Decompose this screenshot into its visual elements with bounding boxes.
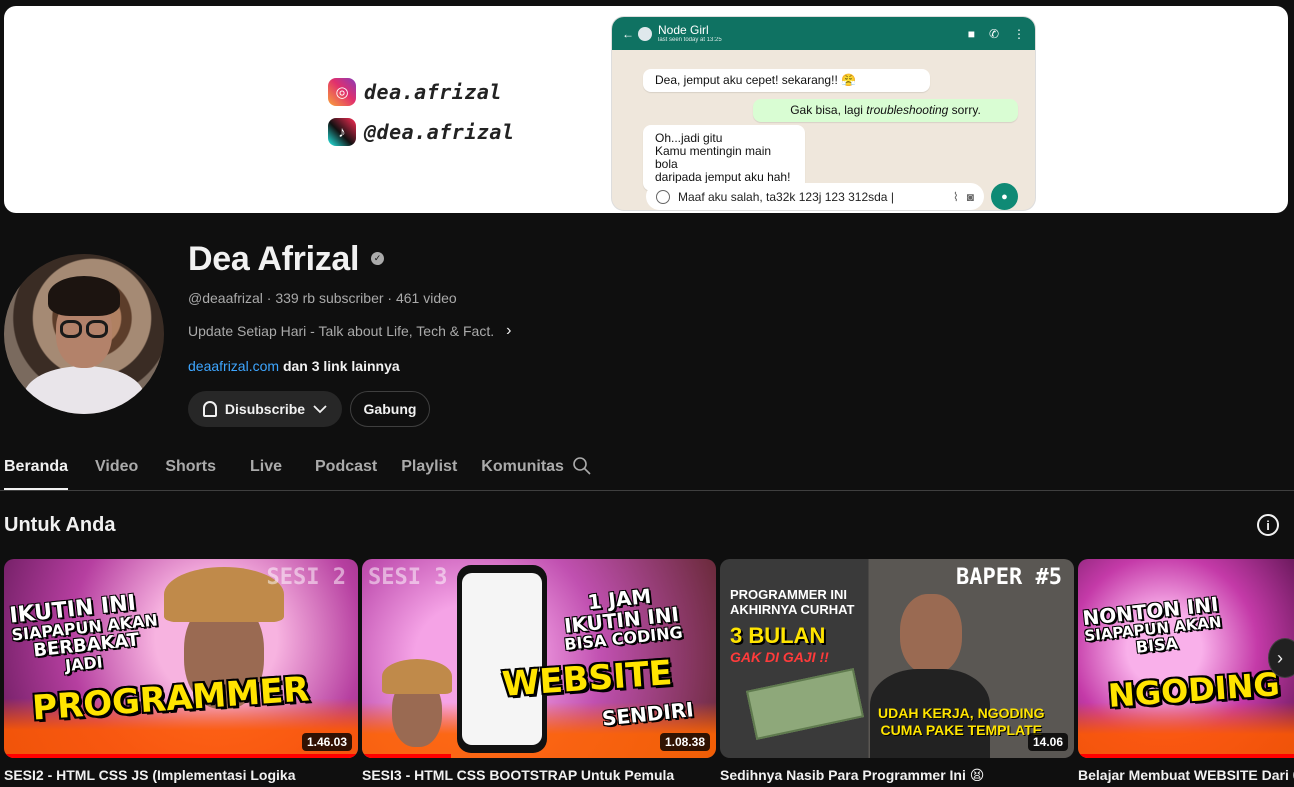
watch-progress bbox=[4, 754, 358, 758]
bell-icon bbox=[202, 401, 217, 417]
attach-icon: ⌇ bbox=[952, 189, 959, 204]
thumb-tag: SESI 2 bbox=[266, 565, 346, 590]
tiktok-link: ♪ @dea.afrizal bbox=[328, 118, 515, 146]
emoji-icon bbox=[656, 189, 670, 204]
channel-tabs: Beranda Video Shorts Live Podcast Playli… bbox=[4, 452, 564, 490]
search-icon[interactable] bbox=[572, 456, 592, 476]
chevron-right-icon: › bbox=[1277, 647, 1283, 668]
video-card[interactable]: BAPER #5 PROGRAMMER INI AKHIRNYA CURHAT … bbox=[720, 559, 1074, 784]
channel-description[interactable]: Update Setiap Hari - Talk about Life, Te… bbox=[188, 322, 511, 340]
watch-progress bbox=[362, 754, 451, 758]
channel-banner: ◎ dea.afrizal ♪ @dea.afrizal ← Node Girl… bbox=[4, 6, 1288, 213]
description-text: Update Setiap Hari - Talk about Life, Te… bbox=[188, 323, 495, 339]
contact-avatar bbox=[638, 26, 652, 41]
tabs-divider bbox=[0, 490, 1294, 491]
section-title: Untuk Anda bbox=[4, 514, 116, 536]
thumb-caption: UDAH KERJA, NGODING bbox=[878, 705, 1045, 721]
tab-playlist[interactable]: Playlist bbox=[401, 452, 457, 490]
chevron-right-icon: › bbox=[506, 322, 512, 339]
thumb-subtitle: GAK DI GAJI !! bbox=[730, 649, 829, 665]
instagram-icon: ◎ bbox=[328, 78, 356, 106]
channel-page: ◎ dea.afrizal ♪ @dea.afrizal ← Node Girl… bbox=[0, 0, 1294, 787]
tiktok-handle: @dea.afrizal bbox=[364, 120, 515, 144]
video-duration: 14.06 bbox=[1027, 733, 1068, 751]
video-call-icon: ■ bbox=[967, 26, 975, 41]
video-thumbnail[interactable]: BAPER #5 PROGRAMMER INI AKHIRNYA CURHAT … bbox=[720, 559, 1074, 758]
chat-line: Kamu mentingin main bola bbox=[655, 144, 772, 171]
video-thumbnail[interactable]: NONTON INI SIAPAPUN AKAN BISA NGODING bbox=[1078, 559, 1294, 758]
tab-live[interactable]: Live bbox=[250, 452, 282, 490]
subscribe-button[interactable]: Disubscribe bbox=[188, 391, 342, 427]
website-link[interactable]: deaafrizal.com bbox=[188, 358, 279, 374]
tab-podcast[interactable]: Podcast bbox=[315, 452, 377, 490]
chat-message: Dea, jemput aku cepet! sekarang!! 😤 bbox=[643, 69, 930, 92]
channel-links: deaafrizal.com dan 3 link lainnya bbox=[188, 358, 400, 374]
subscribe-label: Disubscribe bbox=[224, 401, 306, 417]
join-label: Gabung bbox=[363, 401, 417, 417]
contact-name: Node Girl bbox=[658, 22, 709, 37]
tab-beranda[interactable]: Beranda bbox=[4, 452, 69, 490]
last-seen: last seen today at 13:25 bbox=[658, 36, 722, 43]
thumb-line: AKHIRNYA CURHAT bbox=[730, 602, 855, 617]
chat-header: ← Node Girl last seen today at 13:25 ■ ✆… bbox=[612, 17, 1035, 50]
instagram-link: ◎ dea.afrizal bbox=[328, 78, 502, 106]
channel-name: Dea Afrizal bbox=[188, 240, 360, 278]
video-duration: 1.08.38 bbox=[659, 733, 710, 751]
join-button[interactable]: Gabung bbox=[350, 391, 430, 427]
info-icon[interactable]: i bbox=[1257, 514, 1279, 536]
carousel-next-button[interactable]: › bbox=[1268, 638, 1294, 678]
tiktok-icon: ♪ bbox=[328, 118, 356, 146]
thumb-tag: BAPER #5 bbox=[956, 565, 1062, 590]
thumb-title: 3 BULAN bbox=[730, 623, 826, 648]
video-card[interactable]: SESI 2 IKUTIN INI SIAPAPUN AKAN BERBAKAT… bbox=[4, 559, 358, 783]
instagram-handle: dea.afrizal bbox=[364, 80, 502, 104]
chat-input-text: Maaf aku salah, ta32k 123j 123 312sda | bbox=[678, 189, 894, 204]
watch-progress bbox=[1078, 754, 1294, 758]
tab-shorts[interactable]: Shorts bbox=[165, 452, 216, 490]
verified-icon: ✓ bbox=[371, 252, 384, 265]
chevron-down-icon bbox=[313, 405, 327, 414]
tab-video[interactable]: Video bbox=[95, 452, 138, 490]
video-thumbnail[interactable]: SESI 2 IKUTIN INI SIAPAPUN AKAN BERBAKAT… bbox=[4, 559, 358, 758]
chat-input: Maaf aku salah, ta32k 123j 123 312sda | … bbox=[646, 183, 984, 210]
more-icon: ⋮ bbox=[1013, 26, 1025, 41]
video-card[interactable]: SESI 3 1 JAM IKUTIN INI BISA CODING WEBS… bbox=[362, 559, 716, 783]
banner-chat-mockup: ← Node Girl last seen today at 13:25 ■ ✆… bbox=[612, 17, 1035, 210]
camera-icon: ◙ bbox=[966, 189, 974, 204]
channel-meta: @deaafrizal · 339 rb subscriber · 461 vi… bbox=[188, 290, 457, 306]
mic-icon: ● bbox=[991, 183, 1018, 210]
chat-message: Gak bisa, lagi troubleshooting sorry. bbox=[753, 99, 1018, 122]
chat-message: Oh...jadi gitu Kamu mentingin main bola … bbox=[643, 125, 805, 191]
tab-komunitas[interactable]: Komunitas bbox=[481, 452, 564, 490]
video-title[interactable]: Sedihnya Nasib Para Programmer Ini 😫 bbox=[720, 767, 1074, 784]
phone-icon: ✆ bbox=[988, 26, 999, 41]
channel-avatar[interactable] bbox=[4, 254, 164, 414]
video-title[interactable]: Belajar Membuat WEBSITE Dari 0 bbox=[1078, 767, 1294, 783]
thumb-tag: SESI 3 bbox=[368, 565, 448, 590]
video-title[interactable]: SESI2 - HTML CSS JS (Implementasi Logika bbox=[4, 767, 358, 783]
video-card[interactable]: NONTON INI SIAPAPUN AKAN BISA NGODING Be… bbox=[1078, 559, 1294, 783]
thumb-caption: CUMA PAKE TEMPLATE bbox=[880, 722, 1042, 738]
back-arrow-icon: ← bbox=[622, 26, 634, 41]
video-thumbnail[interactable]: SESI 3 1 JAM IKUTIN INI BISA CODING WEBS… bbox=[362, 559, 716, 758]
more-links[interactable]: dan 3 link lainnya bbox=[283, 358, 400, 374]
video-title[interactable]: SESI3 - HTML CSS BOOTSTRAP Untuk Pemula bbox=[362, 767, 716, 783]
video-duration: 1.46.03 bbox=[301, 733, 352, 751]
thumb-line: PROGRAMMER INI bbox=[730, 587, 847, 602]
